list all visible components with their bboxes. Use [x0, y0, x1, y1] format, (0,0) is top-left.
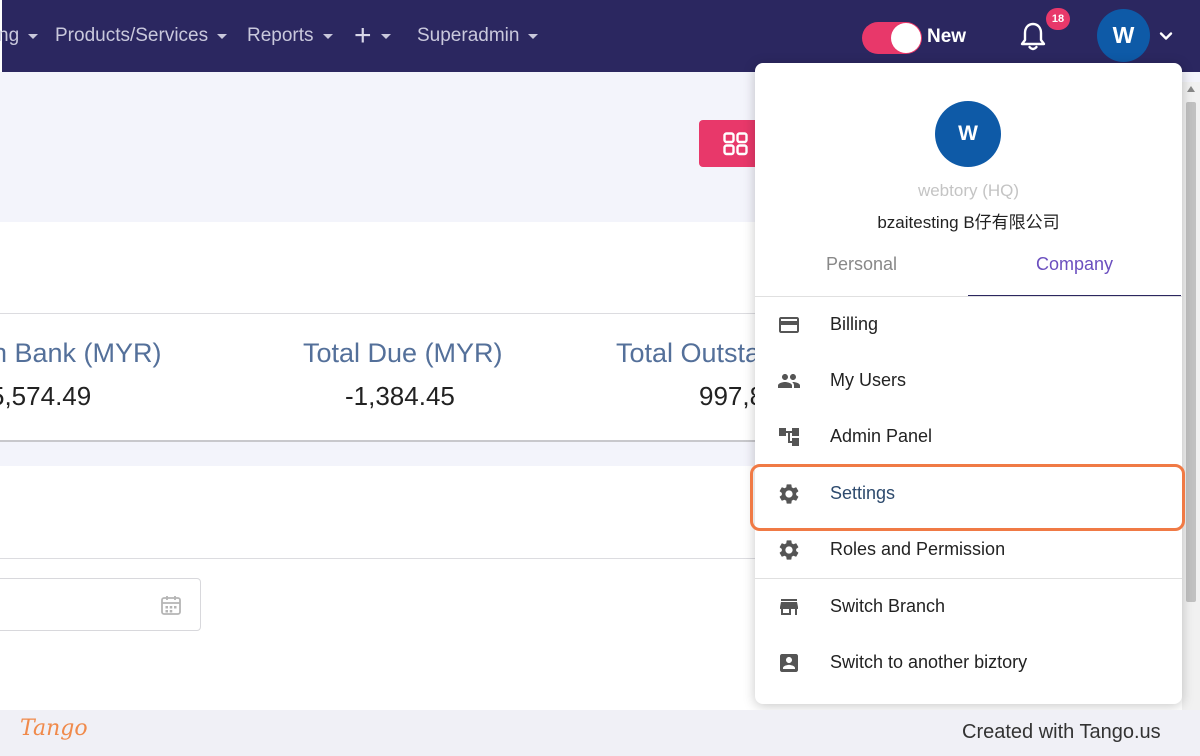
nav-item-create[interactable]: +	[354, 19, 391, 52]
hierarchy-icon	[779, 428, 799, 446]
caret-down-icon	[322, 33, 333, 39]
nav-item-label: Superadmin	[417, 25, 520, 46]
tango-logo: Tango	[20, 716, 88, 741]
nav-item-label: Reports	[247, 25, 314, 46]
stat-label-cash-in-bank: n Bank (MYR)	[0, 338, 162, 368]
stat-label-total-due: Total Due (MYR)	[303, 338, 503, 368]
view-grid-button[interactable]	[699, 120, 759, 167]
scrollbar-thumb[interactable]	[1186, 102, 1196, 602]
menu-item-switch-branch[interactable]: Switch Branch	[755, 579, 1182, 635]
nav-item-accounting[interactable]: ng	[0, 24, 39, 48]
contact-card-icon	[780, 654, 798, 672]
credit-card-icon	[779, 317, 799, 333]
plus-icon: +	[354, 19, 372, 52]
chevron-down-icon[interactable]	[1158, 28, 1174, 44]
dropdown-avatar: W	[935, 101, 1001, 167]
menu-item-label: Roles and Permission	[830, 539, 1006, 559]
nav-item-reports[interactable]: Reports	[247, 24, 333, 48]
tab-company[interactable]: Company	[968, 253, 1181, 297]
caret-down-icon	[380, 33, 391, 39]
calendar-icon[interactable]	[160, 594, 182, 616]
new-ui-toggle[interactable]	[862, 22, 922, 54]
people-icon	[778, 374, 800, 388]
account-dropdown: W webtory (HQ) bzaitesting B仔有限公司 Person…	[755, 63, 1182, 704]
nav-item-products-services[interactable]: Products/Services	[55, 24, 228, 48]
menu-item-admin-panel[interactable]: Admin Panel	[755, 409, 1182, 465]
menu-item-my-users[interactable]: My Users	[755, 353, 1182, 409]
menu-item-label: Switch to another biztory	[830, 652, 1028, 672]
tab-personal[interactable]: Personal	[755, 253, 968, 297]
new-toggle-label: New	[927, 26, 967, 47]
menu-item-label: Billing	[830, 314, 879, 334]
caret-down-icon	[28, 33, 39, 39]
page-scrollbar[interactable]	[1182, 82, 1200, 710]
nav-item-label: Products/Services	[55, 25, 209, 46]
notification-badge: 18	[1046, 8, 1070, 30]
store-icon	[780, 599, 798, 615]
stat-value-cash-in-bank: 5,574.49	[0, 381, 92, 411]
grid-icon	[723, 132, 748, 156]
bell-icon[interactable]	[1018, 20, 1048, 52]
menu-item-label: Switch Branch	[830, 596, 946, 616]
menu-item-switch-biztory[interactable]: Switch to another biztory	[755, 635, 1182, 691]
menu-item-label: Admin Panel	[830, 426, 933, 446]
caret-down-icon	[217, 33, 228, 39]
stat-label-total-outstanding: Total Outsta	[616, 338, 761, 368]
organization-name: webtory (HQ)	[917, 181, 1020, 200]
user-avatar[interactable]: W	[1097, 9, 1150, 62]
nav-item-label: ng	[0, 25, 20, 46]
gear-icon	[779, 540, 799, 560]
nav-item-superadmin[interactable]: Superadmin	[417, 24, 539, 48]
toggle-knob	[891, 23, 921, 53]
step-highlight	[750, 464, 1185, 531]
scroll-up-icon[interactable]	[1187, 86, 1195, 92]
caret-down-icon	[528, 33, 539, 39]
stat-value-total-due: -1,384.45	[345, 381, 455, 411]
menu-item-label: My Users	[830, 370, 906, 390]
menu-item-billing[interactable]: Billing	[755, 297, 1182, 353]
footer-credit: Created with Tango.us	[962, 721, 1161, 743]
company-name: bzaitesting B仔有限公司	[877, 213, 1060, 232]
